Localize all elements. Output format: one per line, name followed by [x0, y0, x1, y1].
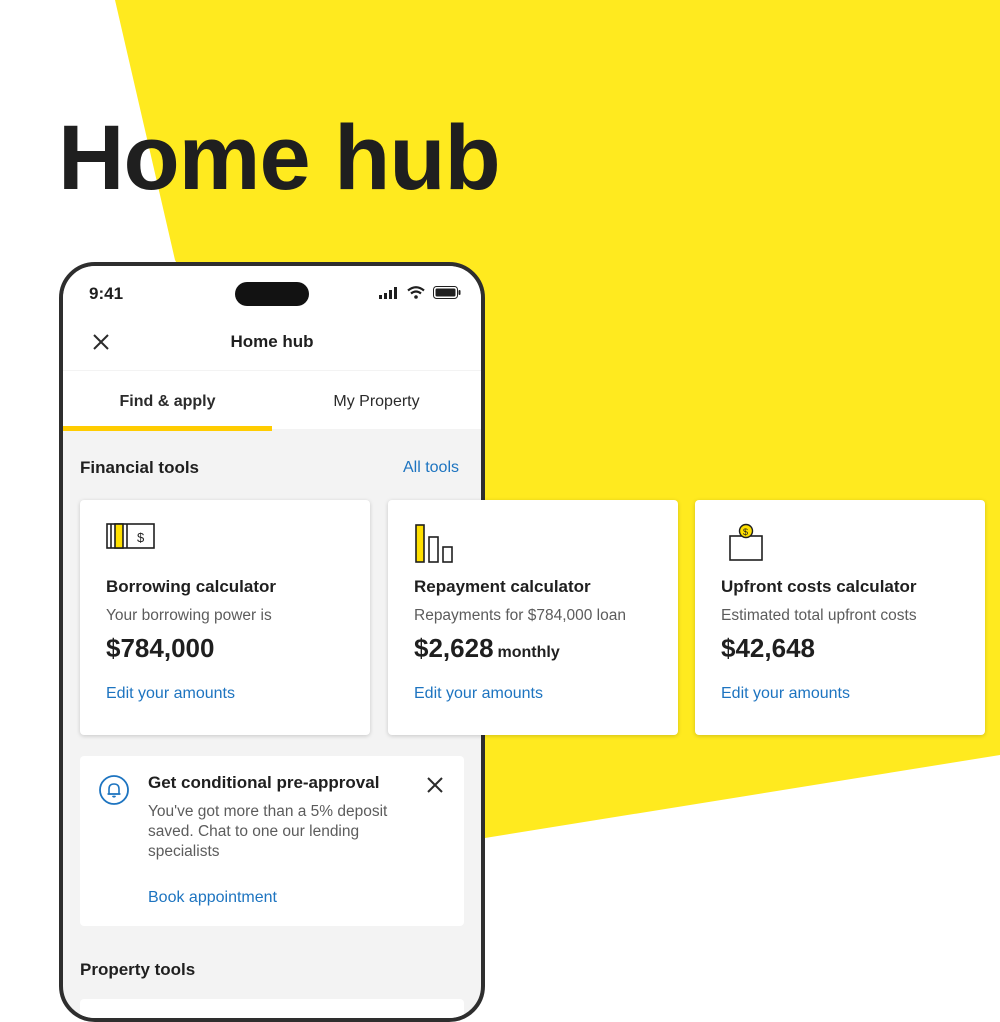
card-title: Upfront costs calculator — [721, 577, 917, 596]
borrowing-calculator-card[interactable]: $ Borrowing calculator Your borrowing po… — [80, 500, 370, 735]
status-time: 9:41 — [89, 284, 124, 303]
card-amount: $2,628 monthly — [414, 633, 560, 664]
bar-chart-icon — [414, 522, 456, 569]
card-title: Repayment calculator — [414, 577, 591, 596]
svg-text:$: $ — [743, 527, 748, 537]
status-icons — [379, 286, 461, 304]
card-subtitle: Your borrowing power is — [106, 607, 272, 624]
svg-text:$: $ — [137, 530, 145, 545]
property-tools-card — [80, 999, 464, 1018]
edit-amounts-link[interactable]: Edit your amounts — [414, 685, 543, 703]
pre-approval-card: Get conditional pre-approval You've got … — [80, 756, 464, 926]
financial-tools-header: Financial tools All tools — [80, 458, 459, 478]
amount-value: $784,000 — [106, 633, 215, 663]
wallet-coin-icon: $ — [721, 522, 763, 569]
bell-icon — [98, 774, 130, 811]
edit-amounts-link[interactable]: Edit your amounts — [106, 685, 235, 703]
card-subtitle: Estimated total upfront costs — [721, 607, 917, 624]
card-subtitle: Repayments for $784,000 loan — [414, 607, 626, 624]
dynamic-island — [235, 282, 309, 306]
phone-header: 9:41 Home hub — [63, 266, 481, 370]
tab-find-apply[interactable]: Find & apply — [63, 371, 272, 431]
tab-my-property[interactable]: My Property — [272, 371, 481, 429]
promo-title: Get conditional pre-approval — [148, 773, 380, 792]
repayment-calculator-card[interactable]: Repayment calculator Repayments for $784… — [388, 500, 678, 735]
edit-amounts-link[interactable]: Edit your amounts — [721, 685, 850, 703]
signal-icon — [379, 286, 399, 304]
promo-body: You've got more than a 5% deposit saved.… — [148, 803, 388, 860]
tab-bar: Find & apply My Property — [63, 371, 481, 431]
property-tools-title: Property tools — [80, 960, 196, 979]
nav-title: Home hub — [230, 332, 314, 351]
all-tools-link[interactable]: All tools — [403, 459, 459, 477]
amount-suffix: monthly — [497, 644, 560, 661]
amount-value: $42,648 — [721, 633, 815, 663]
banknote-icon: $ — [106, 522, 156, 555]
card-amount: $784,000 — [106, 633, 214, 664]
book-appointment-link[interactable]: Book appointment — [148, 889, 277, 907]
card-title: Borrowing calculator — [106, 577, 277, 596]
close-icon[interactable] — [426, 776, 444, 799]
section-title: Financial tools — [80, 458, 200, 477]
battery-icon — [433, 286, 461, 304]
wifi-icon — [407, 286, 425, 304]
upfront-costs-calculator-card[interactable]: $ Upfront costs calculator Estimated tot… — [695, 500, 985, 735]
hero-title: Home hub — [58, 107, 501, 209]
card-amount: $42,648 — [721, 633, 815, 664]
amount-value: $2,628 — [414, 633, 494, 663]
